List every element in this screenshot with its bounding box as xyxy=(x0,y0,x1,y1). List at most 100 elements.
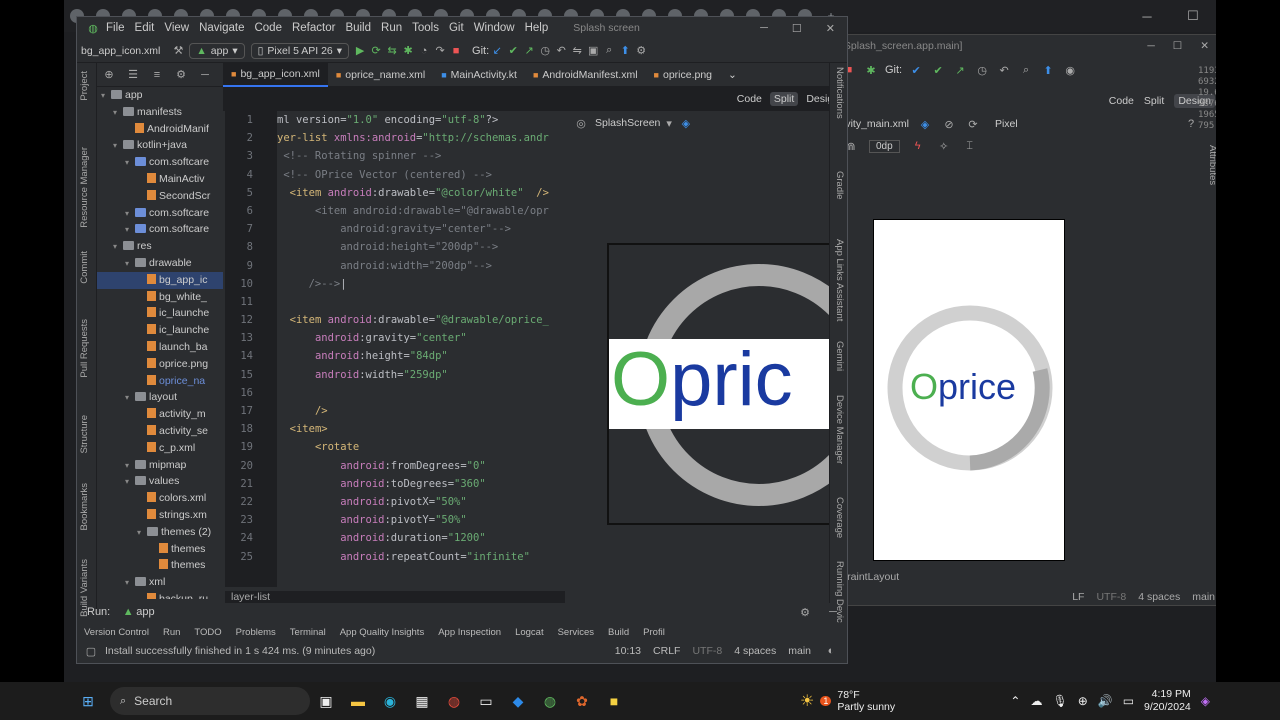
preview-layers-icon[interactable]: ◈ xyxy=(678,117,694,130)
split-mode-button[interactable]: Split xyxy=(769,92,799,106)
git-branch[interactable]: main xyxy=(788,645,811,657)
run-hide-icon[interactable]: ─ xyxy=(825,606,841,619)
onedrive-icon[interactable]: ☁ xyxy=(1030,694,1042,708)
tree-item[interactable]: bg_app_ic xyxy=(97,271,223,289)
editor-tab[interactable]: ■ MainActivity.kt xyxy=(433,63,525,87)
app-icon[interactable]: ✿ xyxy=(566,686,598,716)
bottom-tool-tab[interactable]: TODO xyxy=(187,627,228,638)
file-encoding[interactable]: UTF-8 xyxy=(692,645,722,657)
bottom-tool-tab[interactable]: Services xyxy=(551,627,601,638)
tree-item[interactable]: ▾ xml xyxy=(97,574,223,591)
attributes-tab-label[interactable]: Attributes xyxy=(1207,145,1216,185)
copilot-icon[interactable]: ◈ xyxy=(1201,694,1210,708)
bottom-tool-tab[interactable]: App Inspection xyxy=(431,627,508,638)
menu-item[interactable]: Help xyxy=(520,22,554,34)
run-settings-icon[interactable]: ⚙ xyxy=(797,606,813,619)
status-message[interactable]: Install successfully finished in 1 s 424… xyxy=(105,645,375,657)
tree-item[interactable]: oprice.png xyxy=(97,356,223,373)
menu-item[interactable]: File xyxy=(101,22,130,34)
maximize-icon[interactable]: ☐ xyxy=(1170,0,1216,32)
hide-panel-icon[interactable]: ─ xyxy=(197,69,213,81)
git-update-icon[interactable]: ↙ xyxy=(489,44,505,57)
expand-arrow-icon[interactable]: ▾ xyxy=(125,390,135,407)
chevron-down-icon[interactable]: ▾ xyxy=(666,117,672,130)
tree-item[interactable]: launch_ba xyxy=(97,339,223,356)
update-available-icon[interactable]: ⬆ xyxy=(617,44,633,57)
expand-all-icon[interactable]: ☰ xyxy=(125,68,141,81)
minimize-icon[interactable]: ─ xyxy=(1124,0,1170,32)
menu-item[interactable]: View xyxy=(159,22,194,34)
editor-tab[interactable]: ■ AndroidManifest.xml xyxy=(525,63,646,87)
tool-window-tab[interactable]: Resource Manager xyxy=(79,147,90,228)
tree-item[interactable]: ▾ com.softcare xyxy=(97,154,223,171)
search-everywhere-icon[interactable]: ⌕ xyxy=(601,44,617,57)
task-view-icon[interactable]: ▣ xyxy=(310,686,342,716)
sdk-manager-icon[interactable]: ▣ xyxy=(585,44,601,57)
tree-item[interactable]: ▾ res xyxy=(97,238,223,255)
ide2-search-icon[interactable]: ⌕ xyxy=(1018,64,1034,77)
tool-window-tab[interactable]: Coverage xyxy=(834,497,845,538)
sticky-notes-icon[interactable]: ■ xyxy=(598,686,630,716)
expand-arrow-icon[interactable]: ▾ xyxy=(125,575,135,592)
tool-window-tab[interactable]: Commit xyxy=(79,251,90,284)
ide2-line-sep[interactable]: LF xyxy=(1072,591,1084,603)
start-icon[interactable]: ⊞ xyxy=(72,686,104,716)
line-separator[interactable]: CRLF xyxy=(653,645,680,657)
layers-icon[interactable]: ◈ xyxy=(917,118,933,131)
clock[interactable]: 4:19 PM 9/20/2024 xyxy=(1144,688,1191,714)
tree-item[interactable]: backup_ru xyxy=(97,591,223,599)
ide2-update-icon[interactable]: ✔ xyxy=(908,64,924,77)
expand-arrow-icon[interactable]: ▾ xyxy=(113,138,123,155)
project-file-crumb[interactable]: bg_app_icon.xml xyxy=(77,45,160,57)
code-mode-button[interactable]: Code xyxy=(737,93,762,105)
tree-item[interactable]: MainActiv xyxy=(97,171,223,188)
info-icon[interactable]: ? xyxy=(1183,118,1199,130)
expand-arrow-icon[interactable]: ▾ xyxy=(125,222,135,239)
android-studio-taskbar-icon[interactable]: ◍ xyxy=(534,686,566,716)
tree-item[interactable]: ▾ kotlin+java xyxy=(97,137,223,154)
editor-tab[interactable]: ■ oprice_name.xml xyxy=(328,63,433,87)
tree-item[interactable]: strings.xm xyxy=(97,507,223,524)
tree-item[interactable]: ▾ com.softcare xyxy=(97,221,223,238)
bottom-tool-tab[interactable]: Build xyxy=(601,627,636,638)
caret-position[interactable]: 10:13 xyxy=(615,645,641,657)
tree-item[interactable]: ▾ mipmap xyxy=(97,457,223,474)
bottom-tool-tab[interactable]: Version Control xyxy=(77,627,156,638)
tool-window-tab[interactable]: Gemini xyxy=(834,341,845,371)
attributes-tab[interactable]: Attributes xyxy=(1207,145,1216,188)
guidelines-icon[interactable]: ⌶ xyxy=(962,140,978,153)
tree-item[interactable]: ▾ layout xyxy=(97,389,223,406)
ide2-close-icon[interactable]: ✕ xyxy=(1200,40,1209,52)
mic-icon[interactable]: 🎙 xyxy=(1052,694,1067,708)
menu-item[interactable]: Run xyxy=(376,22,407,34)
module-selector[interactable]: ▲ app ▾ xyxy=(189,42,245,59)
minimize-button[interactable]: ─ xyxy=(760,22,768,35)
expand-arrow-icon[interactable]: ▾ xyxy=(137,525,147,542)
orientation-icon[interactable]: ⟳ xyxy=(965,118,981,131)
collapse-all-icon[interactable]: ≡ xyxy=(149,69,165,81)
menu-item[interactable]: Build xyxy=(340,22,376,34)
infer-constraints-icon[interactable]: ✧ xyxy=(936,140,952,153)
tree-item[interactable]: ▾ drawable xyxy=(97,255,223,272)
chrome-icon[interactable]: ◍ xyxy=(438,686,470,716)
ide2-minimize-icon[interactable]: ─ xyxy=(1147,40,1154,52)
more-tabs-icon[interactable]: ⌄ xyxy=(720,63,745,87)
stop-button-icon[interactable]: ■ xyxy=(448,45,464,57)
tool-window-tab[interactable]: Notifications xyxy=(834,67,845,119)
bottom-tool-tab[interactable]: Profil xyxy=(636,627,672,638)
bottom-tool-tab[interactable]: Problems xyxy=(229,627,283,638)
tool-window-tab[interactable]: App Links Assistant xyxy=(834,239,845,321)
volume-icon[interactable]: 🔊 xyxy=(1098,694,1113,708)
terminal-icon[interactable]: ▭ xyxy=(470,686,502,716)
tree-item[interactable]: colors.xml xyxy=(97,490,223,507)
menu-item[interactable]: Refactor xyxy=(287,22,340,34)
menu-item[interactable]: Tools xyxy=(407,22,444,34)
ide2-account-icon[interactable]: ◉ xyxy=(1062,64,1078,77)
indent-setting[interactable]: 4 spaces xyxy=(734,645,776,657)
debug-icon[interactable]: ✱ xyxy=(863,64,879,77)
expand-arrow-icon[interactable]: ▾ xyxy=(125,458,135,475)
bottom-tool-tab[interactable]: Logcat xyxy=(508,627,551,638)
ide2-indent[interactable]: 4 spaces xyxy=(1138,591,1180,603)
tool-window-tab[interactable]: Pull Requests xyxy=(79,319,90,378)
rerun-icon[interactable]: ⟳ xyxy=(368,44,384,57)
